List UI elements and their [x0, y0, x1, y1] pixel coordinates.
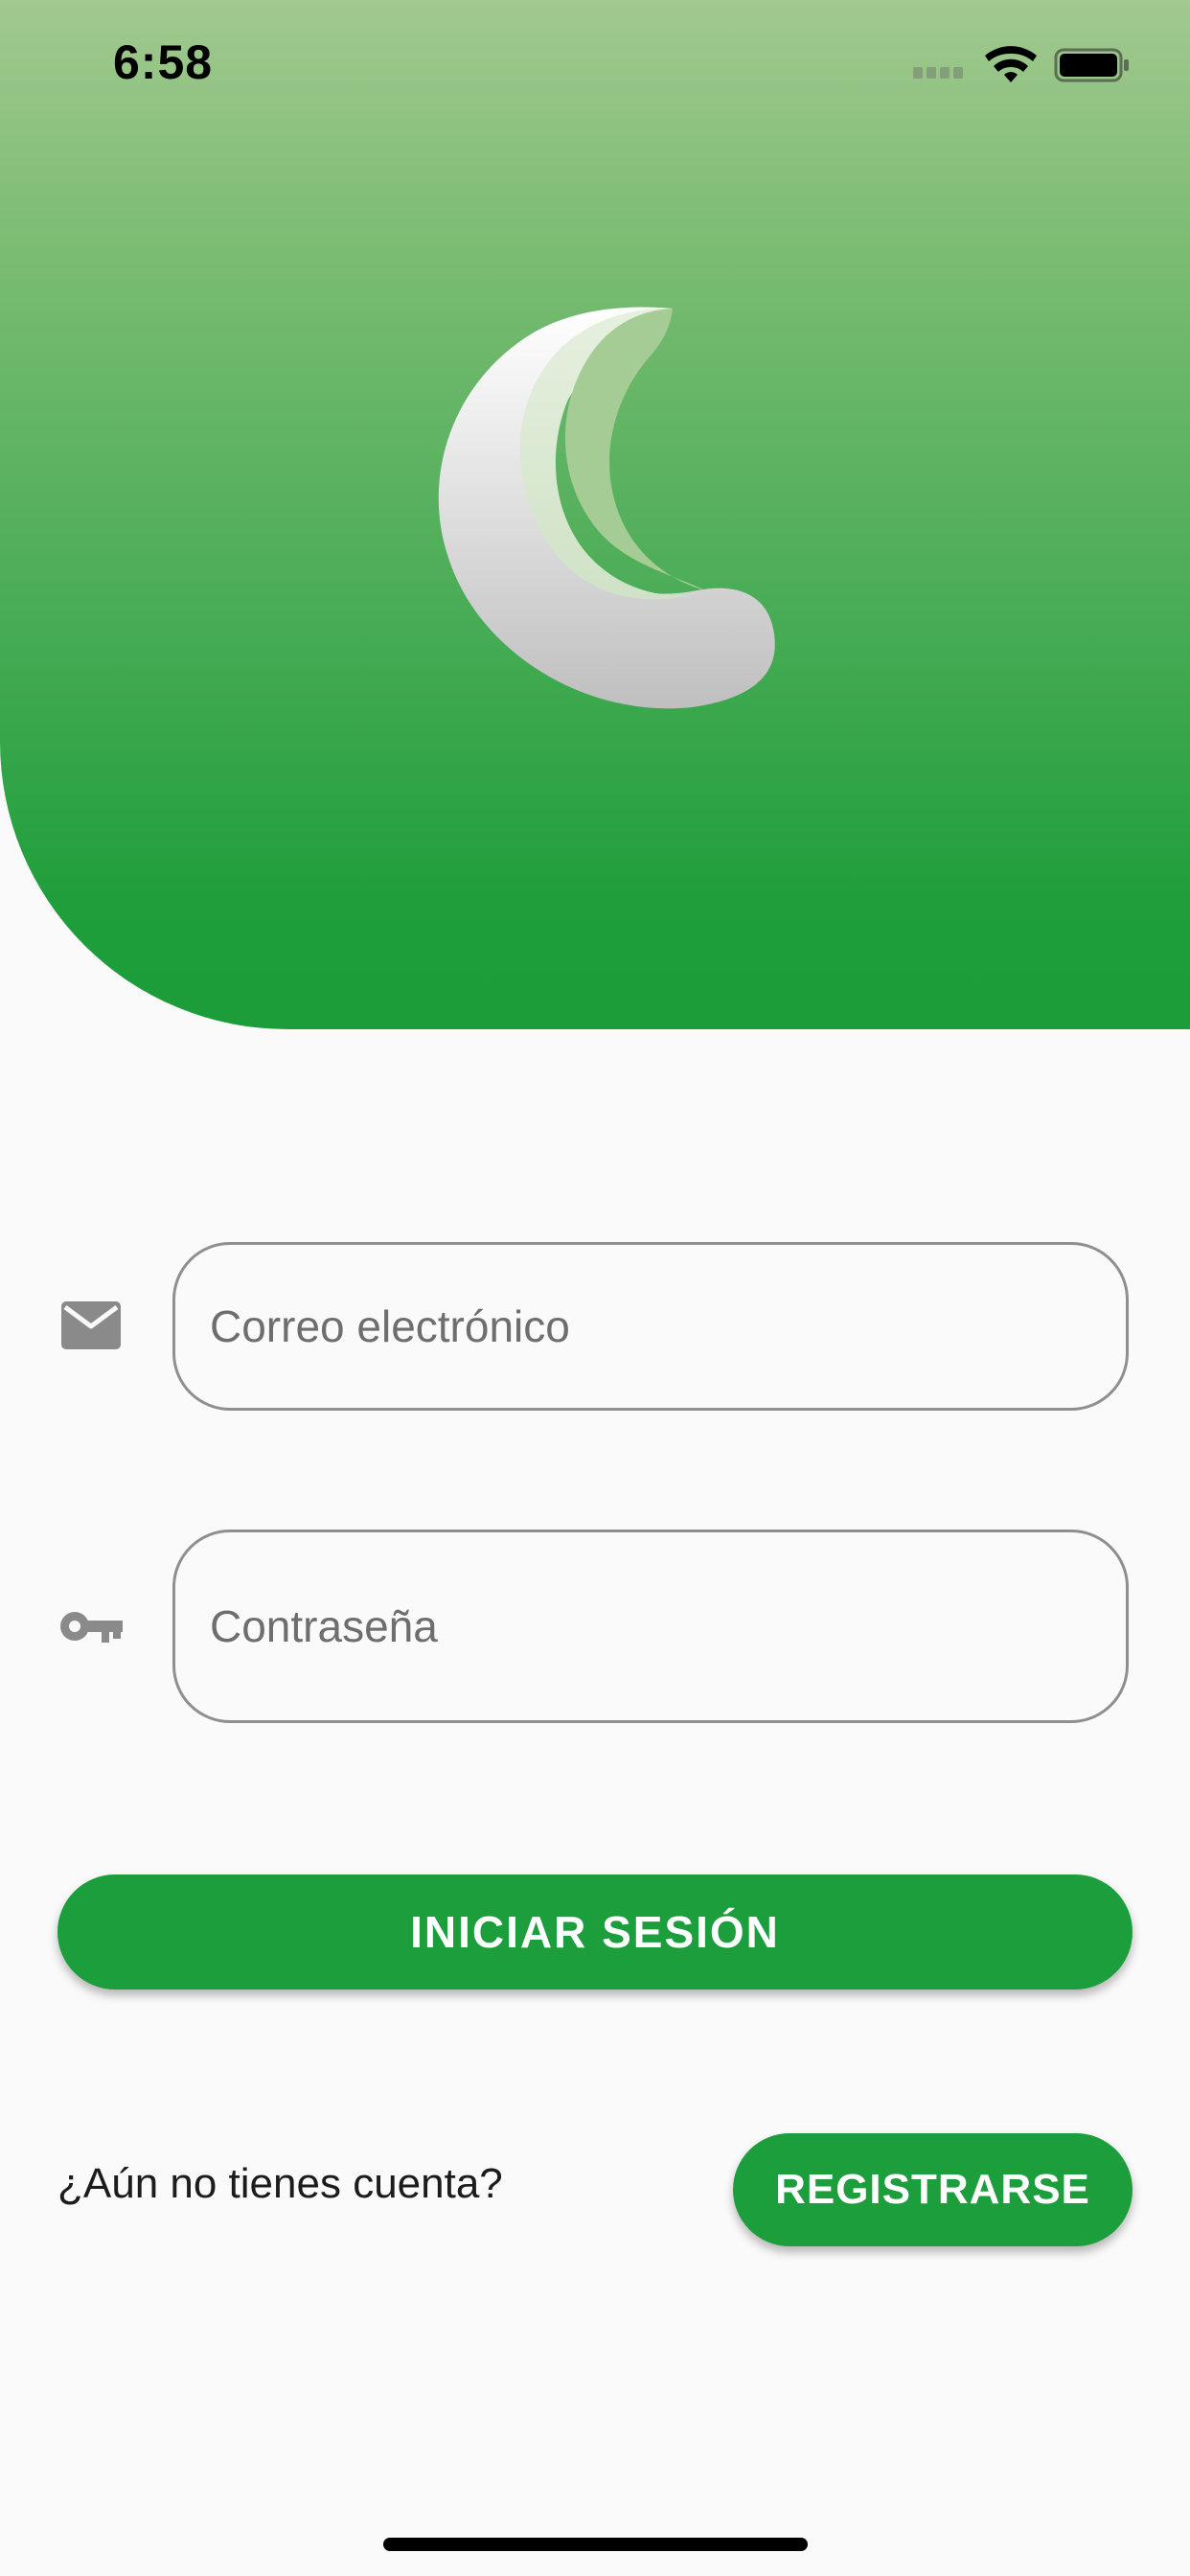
key-icon: [60, 1612, 123, 1643]
signup-button[interactable]: REGISTRARSE: [733, 2133, 1133, 2246]
wifi-icon: [985, 46, 1037, 82]
crescent-moon-logo: [438, 307, 775, 709]
signup-prompt: ¿Aún no tienes cuenta?: [57, 2160, 503, 2207]
email-field[interactable]: [172, 1242, 1129, 1411]
email-row: [0, 1242, 1190, 1411]
status-time: 6:58: [113, 35, 214, 89]
password-row: [0, 1530, 1190, 1723]
login-button[interactable]: INICIAR SESIÓN: [57, 1874, 1133, 1990]
password-field[interactable]: [172, 1530, 1129, 1723]
battery-icon: [1054, 48, 1129, 82]
mail-icon: [61, 1301, 121, 1349]
password-input[interactable]: [210, 1532, 1072, 1720]
header-banner: 6:58: [0, 0, 1190, 1029]
status-bar: 6:58: [0, 0, 1190, 126]
email-input[interactable]: [210, 1245, 1072, 1408]
home-indicator[interactable]: [383, 2538, 808, 2551]
cellular-signal-icon: [913, 67, 971, 80]
